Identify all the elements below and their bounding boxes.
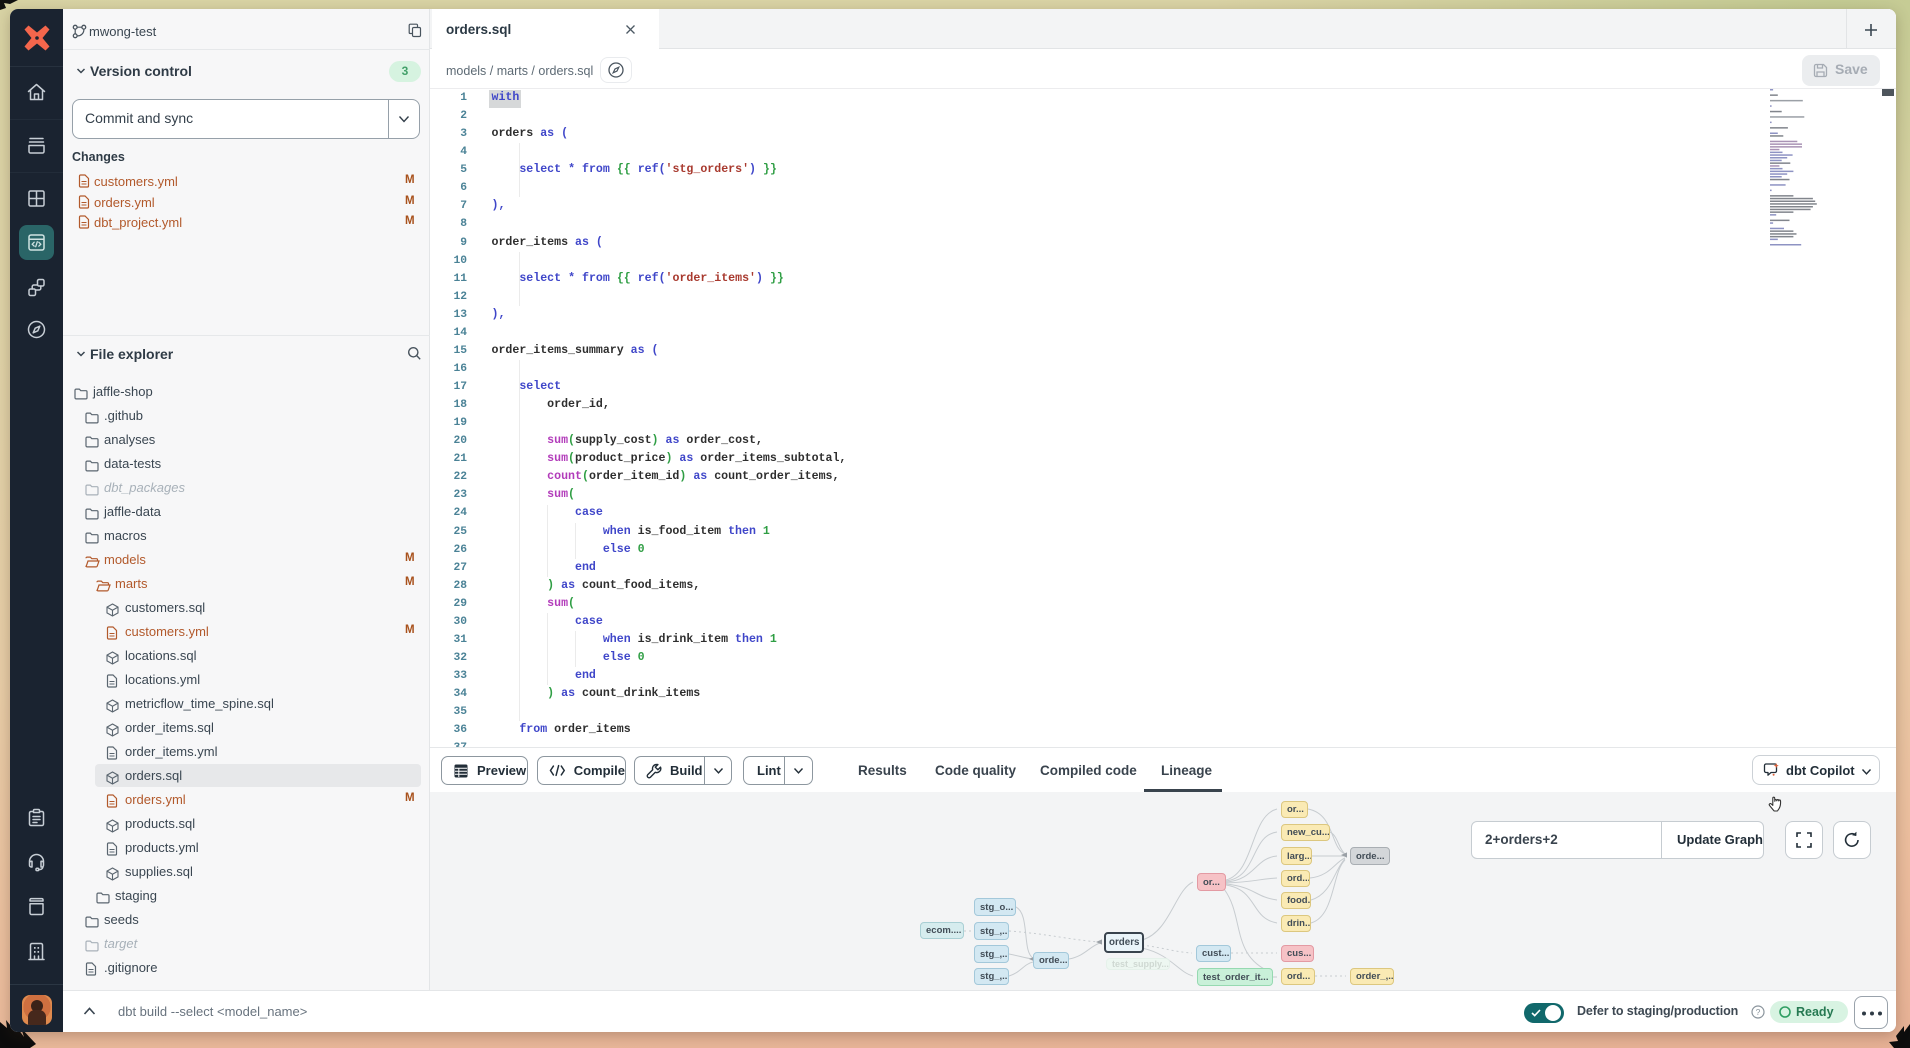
svg-text:?: ?	[1756, 1007, 1761, 1017]
